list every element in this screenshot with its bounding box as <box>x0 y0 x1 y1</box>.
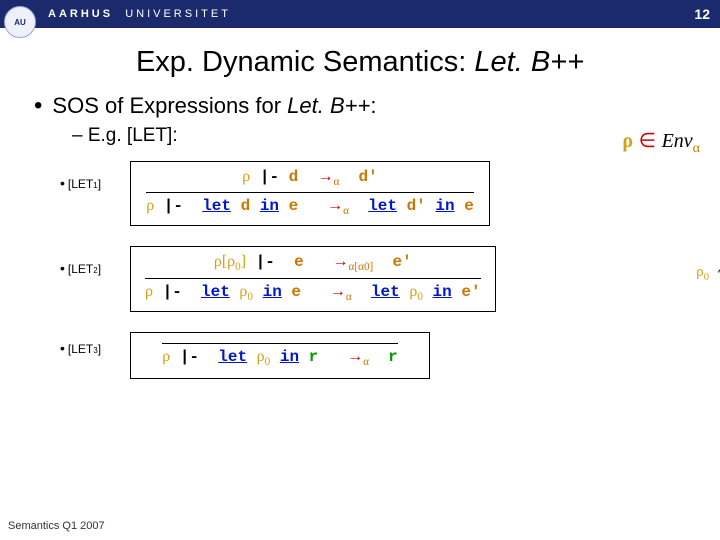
bullet-sos: • SOS of Expressions for Let. B++: <box>34 93 690 119</box>
env-membership: ρ ∈ Envα <box>622 128 700 157</box>
rule-let3-label: •[LET3] <box>60 340 101 356</box>
page-number: 12 <box>694 6 720 22</box>
rule-let2: •[LET2] ρ[ρ0] |- e →α[α0] e' ρ |- let ρ0… <box>70 246 720 311</box>
bullet-dot-icon: • <box>34 93 52 119</box>
rule-let3-box: ρ |- let ρ0 in r →α r <box>130 332 430 379</box>
rules-section: •[LET1] ρ |- d →α d' ρ |- let d in e →α … <box>0 161 720 379</box>
rule-let1-premise: ρ |- d →α d' <box>242 168 377 192</box>
footer-text: Semantics Q1 2007 <box>8 520 105 532</box>
header-bar: AU AARHUS UNIVERSITET 12 <box>0 0 720 28</box>
bullet-eg: – E.g. [LET]: <box>34 125 690 147</box>
rule-let3-conclusion: ρ |- let ρ0 in r →α r <box>162 343 398 368</box>
rule-let2-label: •[LET2] <box>60 260 101 276</box>
rule-let2-premise: ρ[ρ0] |- e →α[α0] e' <box>214 253 412 277</box>
rule-let1-conclusion: ρ |- let d in e →α let d' in e <box>146 192 474 217</box>
rule-let2-box: ρ[ρ0] |- e →α[α0] e' ρ |- let ρ0 in e →α… <box>130 246 496 311</box>
rule-let1: •[LET1] ρ |- d →α d' ρ |- let d in e →α … <box>70 161 720 226</box>
seal-icon: AU <box>4 6 36 38</box>
rule-let2-conclusion: ρ |- let ρ0 in e →α let ρ0 in e' <box>145 278 481 303</box>
rule-let1-box: ρ |- d →α d' ρ |- let d in e →α let d' i… <box>130 161 490 226</box>
rule-let2-side: ρ0 ~ α0 <box>696 264 720 283</box>
university-name: AARHUS UNIVERSITET <box>42 8 231 20</box>
slide-title: Exp. Dynamic Semantics: Let. B++ <box>0 46 720 79</box>
rule-let3: •[LET3] ρ |- let ρ0 in r →α r <box>70 332 720 379</box>
university-logo: AU AARHUS UNIVERSITET <box>0 0 231 30</box>
content-area: • SOS of Expressions for Let. B++: – E.g… <box>0 79 720 147</box>
rule-let1-label: •[LET1] <box>60 175 101 191</box>
